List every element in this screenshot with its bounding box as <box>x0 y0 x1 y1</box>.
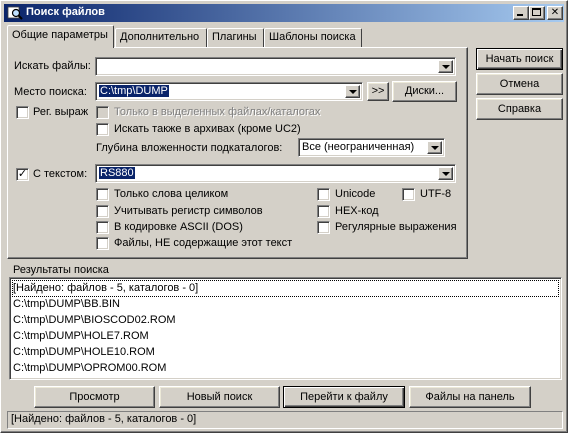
hex-checkbox[interactable] <box>317 205 330 218</box>
tab-general[interactable]: Общие параметры <box>7 25 114 48</box>
search-location-combo[interactable]: C:\tmp\DUMP <box>95 82 363 101</box>
more-locations-button[interactable]: >> <box>367 82 389 101</box>
not-containing-label: Файлы, НЕ содержащие этот текст <box>114 237 293 249</box>
regex-checkbox[interactable] <box>16 106 29 119</box>
window-title: Поиск файлов <box>26 6 105 18</box>
help-button[interactable]: Справка <box>476 98 563 120</box>
utf8-checkbox[interactable] <box>402 188 415 201</box>
close-icon: ✕ <box>550 7 560 18</box>
regex-text-checkbox[interactable] <box>317 221 330 234</box>
regex-label: Рег. выраж <box>33 106 89 118</box>
not-containing-checkbox[interactable] <box>96 237 109 250</box>
list-item[interactable]: [Найдено: файлов - 5, каталогов - 0] <box>12 280 559 297</box>
minimize-icon <box>517 14 523 16</box>
cancel-button[interactable]: Отмена <box>476 73 563 95</box>
search-files-label: Искать файлы: <box>14 60 91 72</box>
with-text-label: С текстом: <box>33 168 88 180</box>
list-item[interactable]: C:\tmp\DUMP\BIOSCOD02.ROM <box>13 313 176 328</box>
maximize-icon <box>532 8 541 16</box>
results-label: Результаты поиска <box>13 264 109 276</box>
maximize-button[interactable] <box>529 6 545 20</box>
files-to-panel-button[interactable]: Файлы на панель <box>409 386 531 408</box>
tab-plugins[interactable]: Плагины <box>207 28 264 47</box>
list-item[interactable]: C:\tmp\DUMP\OPROM00.ROM <box>13 361 166 376</box>
title-bar[interactable]: Поиск файлов ✕ <box>4 4 564 22</box>
case-sensitive-checkbox[interactable] <box>96 205 109 218</box>
hex-label: HEX-код <box>335 205 379 217</box>
status-text: [Найдено: файлов - 5, каталогов - 0] <box>11 413 197 425</box>
unicode-checkbox[interactable] <box>317 188 330 201</box>
view-button[interactable]: Просмотр <box>34 386 155 408</box>
regex-text-label: Регулярные выражения <box>335 221 457 233</box>
drives-button[interactable]: Диски... <box>392 81 457 102</box>
tab-advanced[interactable]: Дополнительно <box>115 28 207 47</box>
list-item[interactable]: C:\tmp\DUMP\HOLE7.ROM <box>13 329 149 344</box>
search-dialog: Поиск файлов ✕ Общие параметры Дополните… <box>0 0 568 433</box>
whole-words-label: Только слова целиком <box>114 188 229 200</box>
close-button[interactable]: ✕ <box>547 6 563 20</box>
new-search-button[interactable]: Новый поиск <box>159 386 280 408</box>
only-selected-checkbox[interactable] <box>96 106 109 119</box>
chevron-down-icon[interactable] <box>345 85 360 98</box>
results-list[interactable]: [Найдено: файлов - 5, каталогов - 0] C:\… <box>9 277 562 380</box>
chevron-down-icon[interactable] <box>438 60 453 73</box>
search-text-combo[interactable]: RS880 <box>95 164 456 183</box>
utf8-label: UTF-8 <box>420 188 452 200</box>
ascii-checkbox[interactable] <box>96 221 109 234</box>
search-location-label: Место поиска: <box>14 86 87 98</box>
subdir-depth-select[interactable]: Все (неограниченная) <box>298 138 445 157</box>
unicode-label: Unicode <box>335 188 376 200</box>
goto-file-button[interactable]: Перейти к файлу <box>283 386 405 408</box>
chevron-down-icon[interactable] <box>438 167 453 180</box>
list-item[interactable]: C:\tmp\DUMP\BB.BIN <box>13 297 120 312</box>
checkmark-icon: ✓ <box>17 167 28 180</box>
chevron-down-icon[interactable] <box>427 141 442 154</box>
only-selected-label: Только в выделенных файлах/каталогах <box>114 106 321 118</box>
search-archives-label: Искать также в архивах (кроме UC2) <box>114 123 301 135</box>
status-bar: [Найдено: файлов - 5, каталогов - 0] <box>7 411 563 429</box>
case-sensitive-label: Учитывать регистр символов <box>114 205 263 217</box>
minimize-button[interactable] <box>513 6 529 20</box>
search-archives-checkbox[interactable] <box>96 123 109 136</box>
ascii-label: В кодировке ASCII (DOS) <box>114 221 243 233</box>
whole-words-checkbox[interactable] <box>96 188 109 201</box>
start-search-button[interactable]: Начать поиск <box>476 48 563 70</box>
tab-search-templates[interactable]: Шаблоны поиска <box>264 28 362 47</box>
with-text-checkbox[interactable]: ✓ <box>16 168 29 181</box>
list-item[interactable]: C:\tmp\DUMP\HOLE10.ROM <box>13 345 155 360</box>
magnifier-icon <box>7 6 23 20</box>
search-files-combo[interactable] <box>95 57 456 76</box>
subdir-depth-label: Глубина вложенности подкаталогов: <box>96 142 283 154</box>
